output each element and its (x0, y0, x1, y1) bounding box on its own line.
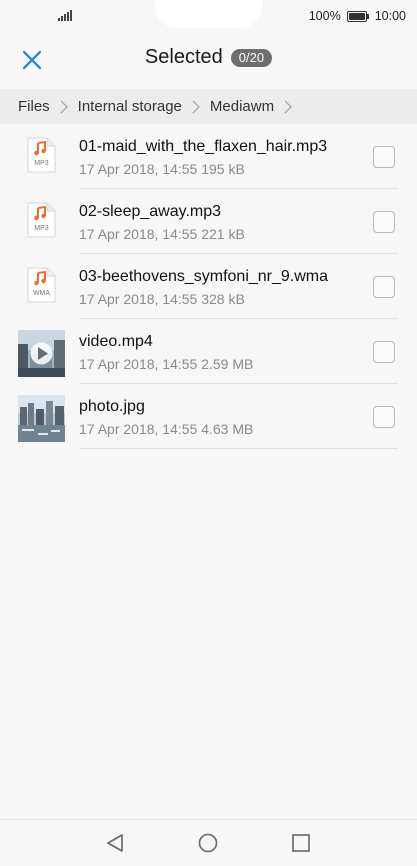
recents-icon[interactable] (290, 832, 312, 854)
file-row[interactable]: MP3 01-maid_with_the_flaxen_hair.mp3 17 … (0, 124, 417, 189)
file-name: 02-sleep_away.mp3 (79, 203, 222, 220)
select-checkbox[interactable] (373, 406, 395, 428)
music-file-icon: WMA (18, 265, 65, 312)
file-meta: 17 Apr 2018, 14:55 221 kB (79, 226, 245, 242)
select-checkbox[interactable] (373, 341, 395, 363)
select-checkbox[interactable] (373, 146, 395, 168)
video-thumbnail (18, 330, 65, 377)
breadcrumb-mediawm[interactable]: Mediawm (210, 98, 274, 115)
select-checkbox[interactable] (373, 276, 395, 298)
file-row[interactable]: photo.jpg 17 Apr 2018, 14:55 4.63 MB (0, 384, 417, 449)
select-checkbox[interactable] (373, 211, 395, 233)
navigation-bar (0, 819, 417, 866)
music-file-icon: MP3 (18, 200, 65, 247)
camera-notch (155, 0, 262, 28)
back-icon[interactable] (104, 832, 126, 854)
file-row[interactable]: MP3 02-sleep_away.mp3 17 Apr 2018, 14:55… (0, 189, 417, 254)
file-name: video.mp4 (79, 333, 153, 350)
status-bar: 100% 10:00 (0, 0, 417, 32)
home-icon[interactable] (197, 832, 219, 854)
file-row[interactable]: WMA 03-beethovens_symfoni_nr_9.wma 17 Ap… (0, 254, 417, 319)
file-meta: 17 Apr 2018, 14:55 4.63 MB (79, 421, 254, 437)
selection-count-badge: 0/20 (230, 48, 273, 67)
file-name: 03-beethovens_symfoni_nr_9.wma (79, 268, 329, 285)
battery-icon (346, 10, 369, 22)
chevron-right-icon (278, 100, 298, 114)
clock: 10:00 (374, 9, 406, 23)
breadcrumb: Files Internal storage Mediawm (0, 89, 417, 124)
chevron-right-icon (186, 100, 206, 114)
chevron-right-icon (54, 100, 74, 114)
file-list: MP3 01-maid_with_the_flaxen_hair.mp3 17 … (0, 124, 417, 449)
file-name: photo.jpg (79, 398, 145, 415)
selection-header: Selected 0/20 (0, 36, 417, 84)
battery-percent: 100% (308, 9, 341, 23)
file-meta: 17 Apr 2018, 14:55 328 kB (79, 291, 245, 307)
photo-thumbnail (18, 395, 65, 442)
file-row[interactable]: video.mp4 17 Apr 2018, 14:55 2.59 MB (0, 319, 417, 384)
page-title: Selected (144, 46, 223, 68)
file-meta: 17 Apr 2018, 14:55 2.59 MB (79, 356, 254, 372)
divider (79, 448, 398, 449)
file-meta: 17 Apr 2018, 14:55 195 kB (79, 161, 245, 177)
breadcrumb-internal-storage[interactable]: Internal storage (78, 98, 182, 115)
file-name: 01-maid_with_the_flaxen_hair.mp3 (79, 138, 328, 155)
music-file-icon: MP3 (18, 135, 65, 182)
signal-icon (58, 10, 72, 21)
breadcrumb-files[interactable]: Files (18, 98, 50, 115)
